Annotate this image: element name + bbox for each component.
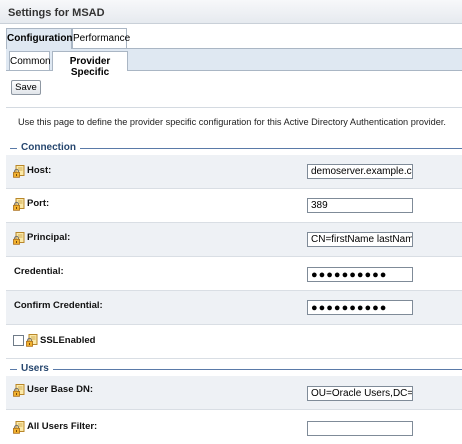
principal-label: Principal:	[27, 232, 71, 243]
page-description: Use this page to define the provider spe…	[18, 117, 446, 127]
lock-document-icon	[26, 334, 38, 347]
lock-document-icon	[13, 232, 25, 245]
row-ssl-enabled: SSLEnabled	[6, 325, 462, 359]
section-rule	[53, 369, 462, 370]
credential-field[interactable]	[307, 267, 413, 282]
ssl-enabled-checkbox[interactable]	[13, 335, 24, 346]
section-header-users: Users	[6, 362, 462, 376]
tab-common[interactable]: Common	[9, 51, 51, 71]
lock-document-icon	[13, 421, 25, 434]
row-divider	[6, 358, 462, 359]
section-header-connection: Connection	[6, 141, 462, 155]
principal-field[interactable]	[307, 232, 413, 247]
section-rule	[80, 148, 462, 149]
user-base-dn-label: User Base DN:	[27, 384, 93, 395]
lock-document-icon	[13, 165, 25, 178]
ssl-enabled-label: SSLEnabled	[40, 335, 96, 346]
port-field[interactable]	[307, 198, 413, 213]
host-field[interactable]	[307, 164, 413, 179]
all-users-filter-label: All Users Filter:	[27, 421, 98, 432]
port-label: Port:	[27, 198, 50, 209]
tab-configuration[interactable]: Configuration	[6, 28, 73, 49]
confirm-credential-label: Confirm Credential:	[14, 300, 103, 311]
lock-document-icon	[13, 384, 25, 397]
host-label: Host:	[27, 165, 52, 176]
divider	[6, 107, 462, 108]
tab-provider-specific[interactable]: Provider Specific	[52, 51, 128, 78]
window-title: Settings for MSAD	[0, 0, 462, 24]
credential-label: Credential:	[14, 266, 64, 277]
section-rule	[10, 369, 17, 370]
all-users-filter-field[interactable]	[307, 421, 413, 436]
tab-performance[interactable]: Performance	[72, 28, 130, 49]
lock-document-icon	[13, 198, 25, 211]
section-rule	[10, 148, 17, 149]
user-base-dn-field[interactable]	[307, 386, 413, 401]
section-title-users: Users	[21, 363, 49, 374]
save-button[interactable]: Save	[11, 80, 41, 95]
section-title-connection: Connection	[21, 142, 76, 153]
confirm-credential-field[interactable]	[307, 300, 413, 315]
